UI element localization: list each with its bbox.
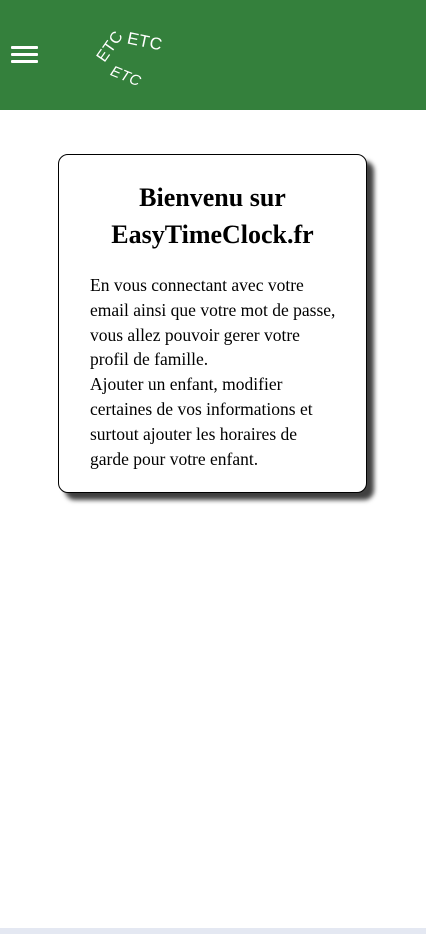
logo-text-left: ETC (93, 28, 127, 66)
welcome-title-line2: EasyTimeClock.fr (111, 220, 314, 249)
etc-logo[interactable]: ETC ETC ETC (92, 28, 172, 94)
hamburger-menu-icon-bar (11, 53, 38, 56)
welcome-title: Bienvenu sur EasyTimeClock.fr (59, 179, 366, 253)
hamburger-menu-icon-bar (11, 60, 38, 63)
welcome-title-line1: Bienvenu sur (139, 183, 286, 212)
logo-text-bottom: ETC (107, 62, 144, 91)
welcome-card: Bienvenu sur EasyTimeClock.fr En vous co… (58, 154, 367, 493)
hamburger-menu-icon (11, 46, 38, 49)
bottom-edge (0, 928, 426, 934)
welcome-paragraph-features: Ajouter un enfant, modifier certaines de… (90, 374, 313, 469)
menu-button[interactable] (11, 44, 39, 66)
welcome-paragraph-login: En vous connectant avec votre email ains… (90, 275, 336, 370)
logo-text-right: ETC (125, 28, 165, 55)
top-app-bar: ETC ETC ETC (0, 0, 426, 110)
welcome-text: En vous connectant avec votre email ains… (90, 273, 340, 471)
